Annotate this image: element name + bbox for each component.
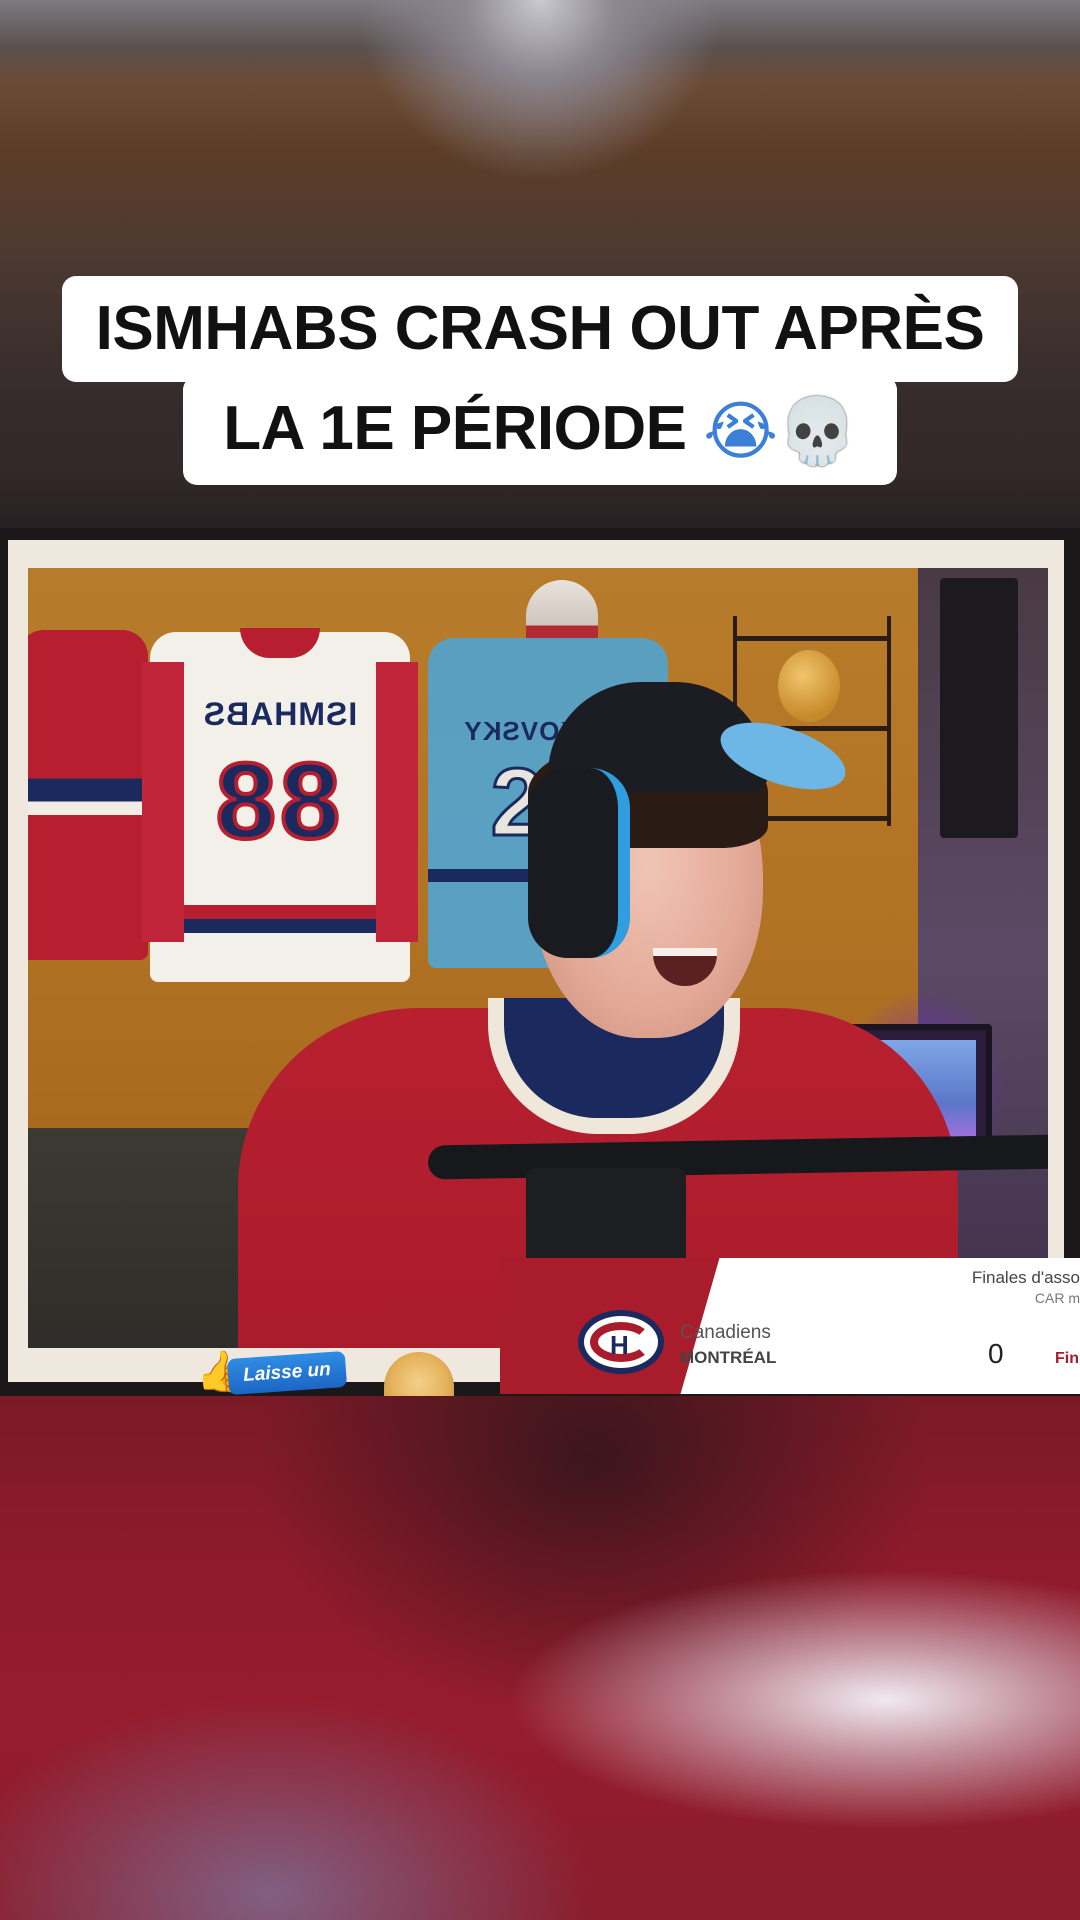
logo-letter: H — [610, 1330, 629, 1360]
skull-icon: 💀 — [777, 395, 858, 469]
jersey-collar — [240, 628, 320, 658]
caption-overlay: ISMHABS CRASH OUT APRÈS LA 1E PÉRIODE 😭💀 — [0, 276, 1080, 485]
series-sub-label: CAR m — [1034, 1290, 1080, 1306]
headset-icon — [528, 768, 630, 958]
scoreboard: Finales d'asso CAR m H Canadiens MONTRÉA… — [500, 1258, 1080, 1394]
series-label: Finales d'asso — [971, 1268, 1080, 1287]
caption-line-2: LA 1E PÉRIODE 😭💀 — [183, 376, 897, 485]
jersey-name: ISMHABS — [202, 696, 358, 732]
jersey-number: 88 — [214, 738, 345, 863]
decor-ball — [778, 650, 840, 722]
team-name: Canadiens — [680, 1322, 771, 1343]
canadiens-logo-icon: H — [578, 1310, 664, 1374]
shelf-bar — [737, 636, 887, 641]
crying-face-icon: 😭 — [703, 395, 778, 469]
caption-line-1: ISMHABS CRASH OUT APRÈS — [61, 276, 1019, 382]
team-city: MONTRÉAL — [680, 1348, 777, 1367]
stream-scene: ISMHABS 88 LAFKOVSKY 20 — [28, 568, 1048, 1348]
jersey-red — [28, 630, 148, 960]
game-status: Fin — [1055, 1350, 1079, 1367]
caption-text-1: ISMHABS CRASH OUT APRÈS — [95, 294, 985, 363]
blurred-background-bottom — [0, 1395, 1080, 1920]
team-score: 0 — [988, 1338, 1004, 1369]
caption-text-2: LA 1E PÉRIODE — [223, 394, 687, 463]
video-page: ISMHABS CRASH OUT APRÈS LA 1E PÉRIODE 😭💀… — [0, 0, 1080, 1920]
dark-cabinet — [940, 578, 1018, 838]
jersey-white: ISMHABS 88 — [142, 628, 418, 982]
